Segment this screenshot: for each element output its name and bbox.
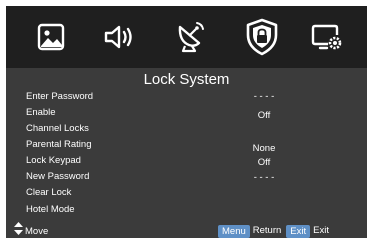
menu-item-new-password[interactable]: New Password - - - -	[26, 169, 346, 184]
tab-picture[interactable]	[34, 20, 68, 54]
tab-settings[interactable]	[310, 20, 344, 54]
menu-item-label: Hotel Mode	[26, 204, 75, 215]
menu-item-label: Lock Keypad	[26, 155, 81, 166]
page-title: Lock System	[143, 71, 230, 88]
menu-item-value: - - - -	[253, 91, 275, 102]
menu-item-channel-locks[interactable]: Channel Locks	[26, 121, 346, 136]
tab-lock[interactable]	[242, 16, 282, 58]
osd-window: Lock System Enter Password - - - - Enabl…	[6, 6, 367, 238]
picture-icon	[36, 22, 66, 52]
menu-item-enter-password[interactable]: Enter Password - - - -	[26, 89, 346, 104]
menu-item-label: Channel Locks	[26, 123, 89, 134]
menu-item-hotel-mode[interactable]: Hotel Mode	[26, 202, 346, 217]
menu-item-value: Off	[257, 157, 271, 168]
footer-hint-bar: Move Menu Return Exit Exit	[6, 222, 367, 238]
menu-key-badge[interactable]: Menu	[218, 224, 250, 238]
lock-shield-icon	[245, 18, 279, 56]
menu-item-parental-rating[interactable]: Parental Rating None	[26, 137, 346, 154]
menu-item-enable[interactable]: Enable Off	[26, 105, 346, 121]
exit-action-label: Exit	[313, 225, 329, 236]
channel-satellite-icon	[175, 21, 205, 53]
menu-item-label: Clear Lock	[26, 187, 72, 198]
menu-item-label: Parental Rating	[26, 139, 92, 150]
category-tab-bar	[6, 6, 367, 68]
tab-channel[interactable]	[173, 20, 207, 54]
menu-item-value: - - - -	[253, 172, 275, 183]
move-hint-label: Move	[25, 225, 49, 237]
menu-action-label: Return	[252, 225, 282, 236]
settings-monitor-icon	[311, 22, 343, 52]
exit-key-badge[interactable]: Exit	[286, 224, 311, 238]
menu-item-label: Enable	[26, 107, 56, 118]
tab-sound[interactable]	[103, 20, 137, 54]
menu-item-label: New Password	[26, 171, 90, 182]
menu-item-lock-keypad[interactable]: Lock Keypad Off	[26, 153, 346, 168]
move-hint: Move	[14, 222, 48, 238]
menu-item-clear-lock[interactable]: Clear Lock	[26, 185, 346, 200]
up-down-arrow-icon	[14, 222, 25, 238]
menu-item-label: Enter Password	[26, 91, 94, 102]
footer-controls: Menu Return Exit Exit	[218, 223, 334, 238]
sound-icon	[103, 22, 137, 52]
